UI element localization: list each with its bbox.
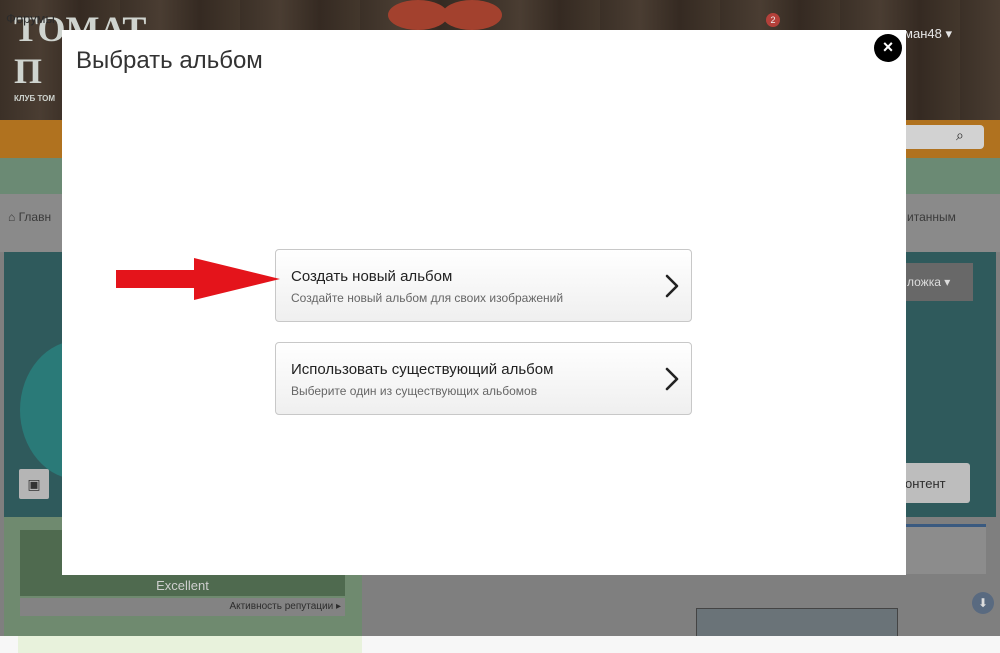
dialog-title: Выбрать альбом bbox=[76, 47, 263, 74]
create-album-option[interactable]: Создать новый альбом Создайте новый альб… bbox=[275, 249, 692, 322]
option-description: Выберите один из существующих альбомов bbox=[291, 384, 538, 398]
reputation-activity-link[interactable]: Активность репутации ▸ bbox=[20, 598, 345, 616]
home-icon: ⌂ bbox=[8, 210, 19, 224]
logo-line2: П bbox=[14, 51, 43, 91]
scroll-down-icon[interactable]: ⬇ bbox=[972, 592, 994, 614]
option-title: Использовать существующий альбом bbox=[291, 361, 554, 378]
tomato-image bbox=[388, 0, 448, 30]
close-icon: × bbox=[882, 37, 894, 57]
user-menu[interactable]: ман48 ▾ bbox=[904, 26, 952, 42]
existing-album-option[interactable]: Использовать существующий альбом Выберит… bbox=[275, 342, 692, 415]
search-input[interactable] bbox=[906, 125, 984, 149]
option-description: Создайте новый альбом для своих изображе… bbox=[291, 291, 564, 305]
chevron-right-icon bbox=[665, 274, 679, 298]
annotation-arrow-icon bbox=[116, 258, 280, 300]
content-button[interactable]: онтент bbox=[905, 463, 970, 503]
search-icon[interactable]: ⌕ bbox=[956, 127, 964, 144]
side-widget bbox=[906, 524, 986, 574]
tomato-image bbox=[442, 0, 502, 30]
image-icon[interactable]: ▣ bbox=[19, 469, 49, 499]
close-button[interactable]: × bbox=[874, 34, 902, 62]
logo-subtitle: КЛУБ ТОМ bbox=[14, 94, 56, 103]
option-title: Создать новый альбом bbox=[291, 268, 453, 285]
cover-photo-button[interactable]: ложка ▾ bbox=[905, 263, 973, 301]
bottom-green-strip bbox=[18, 636, 362, 653]
nav-item-forums[interactable]: Форумы bbox=[6, 11, 55, 26]
reputation-label: Excellent bbox=[156, 578, 209, 593]
chevron-right-icon bbox=[665, 367, 679, 391]
breadcrumb[interactable]: ⌂ Главн bbox=[8, 210, 51, 224]
mark-read-link[interactable]: итанным bbox=[907, 210, 956, 224]
breadcrumb-home: Главн bbox=[18, 210, 52, 224]
notification-badge: 2 bbox=[766, 13, 780, 27]
